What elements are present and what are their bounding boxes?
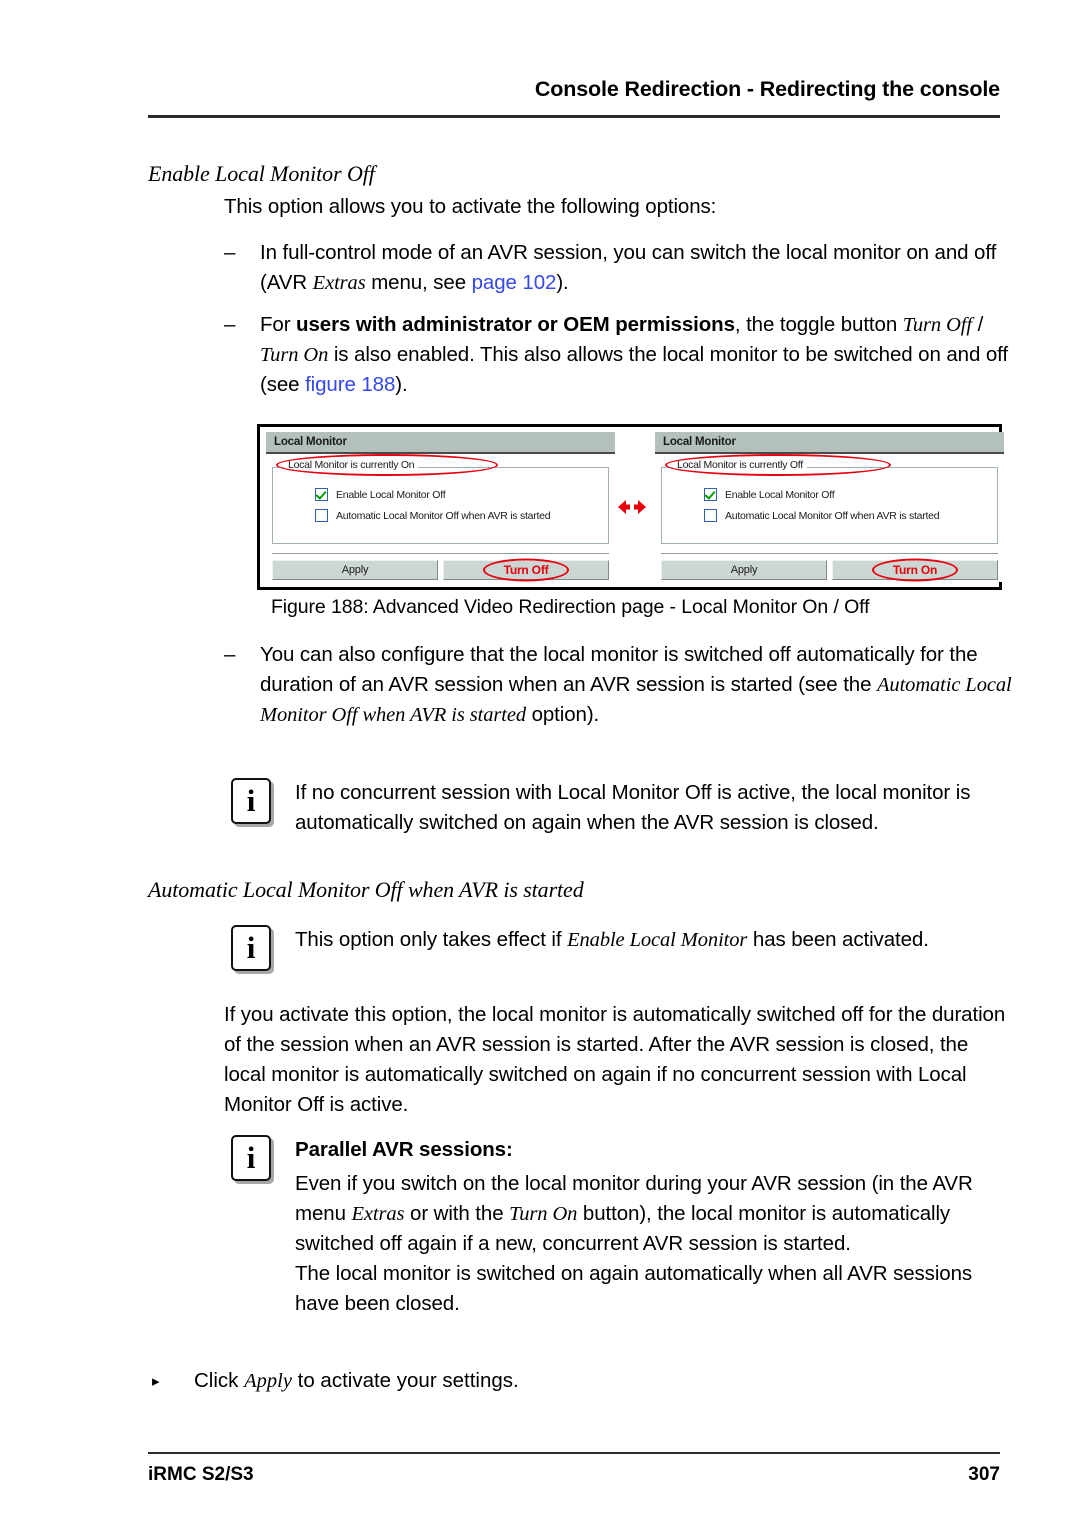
section-heading-enable-local-monitor-off: Enable Local Monitor Off: [148, 161, 375, 186]
status-legend: Local Monitor is currently On: [284, 459, 419, 471]
checkbox-row-automatic-local-monitor-off[interactable]: Automatic Local Monitor Off when AVR is …: [315, 509, 608, 522]
header-divider: [148, 115, 1000, 118]
panel-button-row: Apply Turn On: [661, 558, 998, 582]
info-icon: i: [231, 925, 275, 975]
panel-header-label: Local Monitor: [274, 436, 347, 448]
status-groupbox: Local Monitor is currently On Enable Loc…: [272, 454, 609, 544]
info-note-text-2: The local monitor is switched on again a…: [295, 1262, 973, 1315]
button-separator: [272, 553, 609, 554]
status-legend: Local Monitor is currently Off: [673, 459, 807, 471]
turn-on-button[interactable]: Turn On: [832, 558, 998, 582]
info-icon-glyph: i: [246, 1139, 256, 1175]
info-note-concurrent-session: i If no concurrent session with Local Mo…: [231, 778, 1006, 838]
bullet-item-auto-switch-off: – You can also configure that the local …: [224, 640, 1014, 730]
panel-header-bar: Local Monitor: [266, 432, 615, 454]
info-icon-glyph: i: [246, 782, 256, 818]
info-note-title: Parallel AVR sessions:: [295, 1138, 513, 1161]
info-note-takes-effect: i This option only takes effect if Enabl…: [231, 925, 1006, 975]
section-heading-automatic-local-monitor-off: Automatic Local Monitor Off when AVR is …: [148, 877, 584, 902]
triangle-bullet-icon: ▸: [152, 1373, 160, 1390]
bullet-item-full-control-mode: – In full-control mode of an AVR session…: [224, 238, 1004, 298]
info-icon-glyph: i: [246, 929, 256, 965]
footer-product-name: iRMC S2/S3: [148, 1464, 254, 1485]
checkbox-label: Enable Local Monitor Off: [725, 488, 835, 501]
paragraph-activate-option: If you activate this option, the local m…: [224, 1003, 1006, 1116]
button-separator: [661, 553, 998, 554]
panel-header-bar: Local Monitor: [655, 432, 1004, 454]
action-step-click-apply: ▸ Click Apply to activate your settings.: [152, 1366, 952, 1398]
document-page: Console Redirection - Redirecting the co…: [0, 0, 1080, 1526]
running-footer: iRMC S2/S3 307: [148, 1464, 1000, 1486]
checkbox-row-automatic-local-monitor-off[interactable]: Automatic Local Monitor Off when AVR is …: [704, 509, 997, 522]
panel-header-label: Local Monitor: [663, 436, 736, 448]
bullet-dash: –: [224, 643, 236, 666]
figure-caption: Figure 188: Advanced Video Redirection p…: [271, 596, 870, 618]
bullet-text: For users with administrator or OEM perm…: [260, 313, 1008, 396]
bullet-text: You can also configure that the local mo…: [260, 643, 1012, 726]
turn-off-button[interactable]: Turn Off: [443, 558, 609, 582]
local-monitor-panel-off: Local Monitor Local Monitor is currently…: [655, 432, 1004, 582]
checkbox-enable-local-monitor-off[interactable]: [315, 488, 328, 501]
bullet-dash: –: [224, 241, 236, 264]
status-groupbox: Local Monitor is currently Off Enable Lo…: [661, 454, 998, 544]
double-headed-arrow-icon: [617, 497, 647, 517]
page-title: Console Redirection - Redirecting the co…: [534, 77, 1000, 101]
info-note-text: If no concurrent session with Local Moni…: [295, 781, 971, 834]
info-icon: i: [231, 1135, 275, 1185]
info-note-body: Parallel AVR sessions: Even if you switc…: [295, 1135, 1006, 1319]
info-note-text: This option only takes effect if Enable …: [295, 928, 929, 951]
apply-button-label: Apply: [341, 564, 369, 576]
bullet-text: In full-control mode of an AVR session, …: [260, 241, 997, 294]
checkbox-row-enable-local-monitor-off[interactable]: Enable Local Monitor Off: [704, 488, 997, 501]
apply-button[interactable]: Apply: [661, 560, 827, 580]
footer-divider: [148, 1452, 1000, 1454]
figure-188-screenshot: Local Monitor Local Monitor is currently…: [257, 424, 1004, 590]
checkbox-label: Automatic Local Monitor Off when AVR is …: [336, 509, 551, 522]
checkbox-row-enable-local-monitor-off[interactable]: Enable Local Monitor Off: [315, 488, 608, 501]
checkbox-label: Automatic Local Monitor Off when AVR is …: [725, 509, 940, 522]
info-icon: i: [231, 778, 275, 828]
local-monitor-panel-on: Local Monitor Local Monitor is currently…: [266, 432, 615, 582]
turn-off-button-label: Turn Off: [503, 563, 549, 577]
checkbox-enable-local-monitor-off[interactable]: [704, 488, 717, 501]
checkbox-label: Enable Local Monitor Off: [336, 488, 446, 501]
info-note-text: Even if you switch on the local monitor …: [295, 1172, 973, 1255]
checkbox-automatic-local-monitor-off[interactable]: [315, 509, 328, 522]
bullet-dash: –: [224, 313, 236, 336]
footer-page-number: 307: [968, 1464, 1000, 1485]
apply-button-label: Apply: [730, 564, 758, 576]
apply-button[interactable]: Apply: [272, 560, 438, 580]
panel-button-row: Apply Turn Off: [272, 558, 609, 582]
action-step-text: Click Apply to activate your settings.: [194, 1369, 519, 1392]
running-header: Console Redirection - Redirecting the co…: [148, 77, 1000, 102]
info-note-parallel-avr-sessions: i Parallel AVR sessions: Even if you swi…: [231, 1135, 1006, 1319]
checkbox-automatic-local-monitor-off[interactable]: [704, 509, 717, 522]
intro-paragraph: This option allows you to activate the f…: [224, 195, 717, 218]
bullet-item-admin-oem-permissions: – For users with administrator or OEM pe…: [224, 310, 1009, 400]
turn-on-button-label: Turn On: [892, 563, 938, 577]
